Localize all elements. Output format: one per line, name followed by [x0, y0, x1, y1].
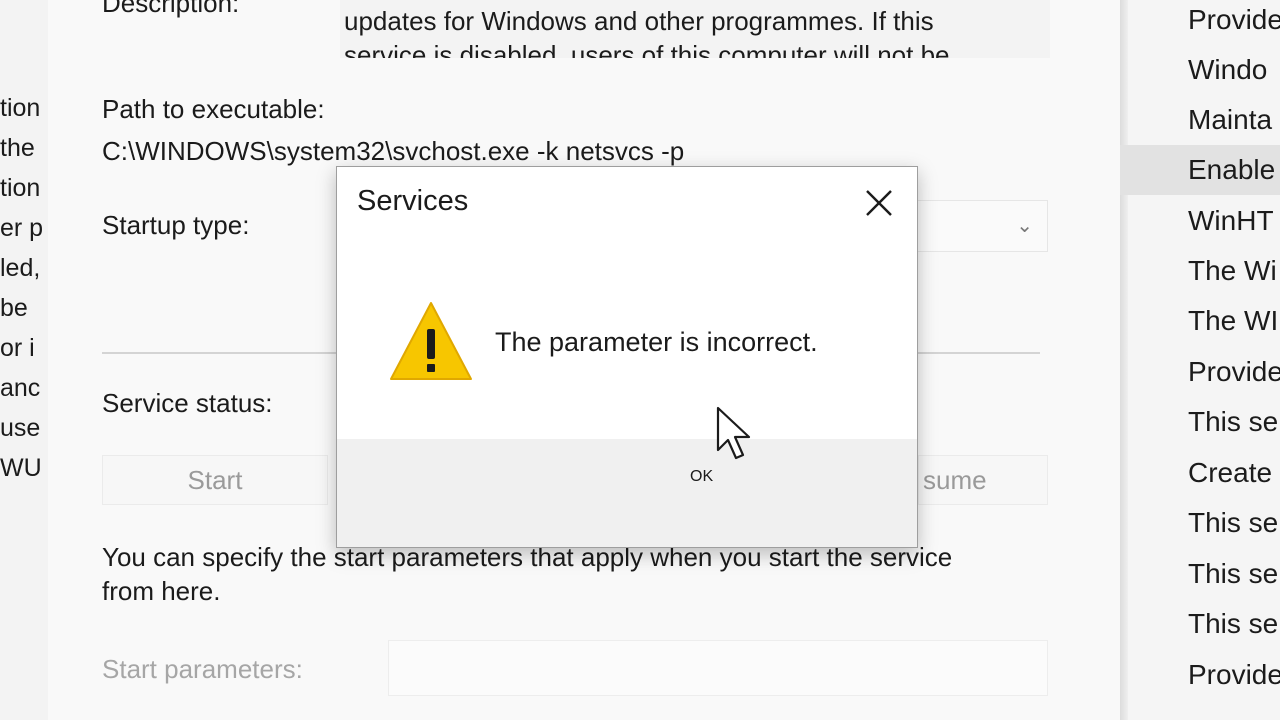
- service-status-label: Service status:: [102, 388, 273, 418]
- service-list-item[interactable]: Mainta: [1120, 95, 1280, 145]
- path-value: C:\WINDOWS\system32\svchost.exe -k netsv…: [102, 136, 685, 166]
- service-list-item[interactable]: Provide: [1120, 0, 1280, 45]
- background-text-fragment: tion: [0, 174, 41, 202]
- service-list-item[interactable]: Windo: [1120, 45, 1280, 95]
- background-text-fragment: anc: [0, 374, 41, 402]
- start-parameters-input[interactable]: [388, 640, 1048, 696]
- ok-button[interactable]: OK: [690, 468, 713, 486]
- background-text-fragment: be: [0, 294, 28, 322]
- chevron-down-icon: ⌄: [1016, 215, 1033, 237]
- background-window-left: tion the tion er p led, be or i anc use …: [0, 0, 48, 720]
- warning-icon: [389, 299, 473, 383]
- background-services-list: Provide Windo Mainta Enable WinHT The Wi…: [1120, 0, 1280, 720]
- service-list-item[interactable]: The Wi: [1120, 246, 1280, 296]
- service-list-item[interactable]: This se: [1120, 549, 1280, 599]
- resume-button[interactable]: sume: [918, 455, 1048, 505]
- service-list-item[interactable]: This se: [1120, 498, 1280, 548]
- description-textbox[interactable]: updates for Windows and other programmes…: [340, 0, 1050, 58]
- description-label: Description:: [102, 0, 240, 18]
- background-text-fragment: WU: [0, 454, 42, 482]
- start-parameters-label: Start parameters:: [102, 654, 303, 684]
- close-icon[interactable]: [857, 181, 901, 225]
- path-label: Path to executable:: [102, 94, 325, 124]
- service-list-item[interactable]: WinHT: [1120, 196, 1280, 246]
- mouse-cursor-icon: [716, 406, 751, 460]
- description-line: service is disabled, users of this compu…: [344, 40, 950, 58]
- background-text-fragment: or i: [0, 334, 35, 362]
- service-list-item[interactable]: This se: [1120, 397, 1280, 447]
- start-parameters-help-line: from here.: [102, 576, 221, 606]
- description-line: updates for Windows and other programmes…: [344, 6, 934, 36]
- start-button[interactable]: Start: [102, 455, 328, 505]
- background-text-fragment: the: [0, 134, 35, 162]
- dialog-footer: [337, 439, 917, 547]
- background-text-fragment: use: [0, 414, 41, 442]
- service-list-item[interactable]: This se: [1120, 599, 1280, 649]
- service-list-item[interactable]: Provide: [1120, 650, 1280, 700]
- service-list-item[interactable]: Create: [1120, 448, 1280, 498]
- services-error-dialog: Services The parameter is incorrect.: [336, 166, 918, 548]
- service-list-item-selected[interactable]: Enable: [1120, 145, 1280, 195]
- background-text-fragment: tion: [0, 94, 41, 122]
- dialog-title: Services: [357, 185, 469, 217]
- service-list-item[interactable]: Provide: [1120, 347, 1280, 397]
- startup-type-label: Startup type:: [102, 210, 250, 240]
- error-message: The parameter is incorrect.: [495, 327, 818, 357]
- background-text-fragment: er p: [0, 214, 44, 242]
- background-text-fragment: led,: [0, 254, 41, 282]
- service-list-item[interactable]: The WI: [1120, 296, 1280, 346]
- startup-type-select[interactable]: ⌄: [908, 200, 1048, 252]
